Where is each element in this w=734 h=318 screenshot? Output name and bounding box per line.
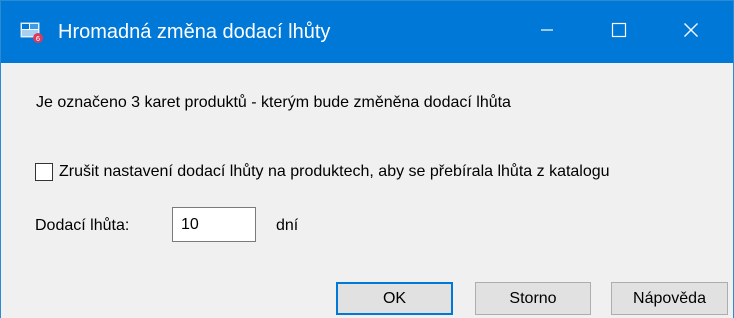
close-icon xyxy=(683,22,699,43)
info-text: Je označeno 3 karet produktů - kterým bu… xyxy=(36,94,511,111)
lead-time-label: Dodací lhůta: xyxy=(35,217,130,234)
title-bar[interactable]: 6 Hromadná změna dodací lhůty xyxy=(1,1,733,63)
help-button[interactable]: Nápověda xyxy=(611,282,728,315)
app-logo-icon: 6 xyxy=(20,22,44,44)
reset-lead-time-label[interactable]: Zrušit nastavení dodací lhůty na produkt… xyxy=(59,163,610,181)
dialog-content: Je označeno 3 karet produktů - kterým bu… xyxy=(1,63,733,318)
minimize-button[interactable] xyxy=(512,1,582,63)
reset-lead-time-option[interactable]: Zrušit nastavení dodací lhůty na produkt… xyxy=(35,163,610,181)
lead-time-input[interactable]: 10 xyxy=(172,207,256,242)
close-button[interactable] xyxy=(656,1,726,63)
minimize-icon xyxy=(540,23,554,42)
lead-time-unit: dní xyxy=(276,217,299,234)
maximize-icon xyxy=(611,22,627,43)
svg-text:6: 6 xyxy=(36,35,41,43)
window-title: Hromadná změna dodací lhůty xyxy=(58,21,331,43)
reset-lead-time-checkbox[interactable] xyxy=(35,163,53,181)
cancel-button[interactable]: Storno xyxy=(475,282,591,315)
maximize-button[interactable] xyxy=(584,1,654,63)
dialog-window: 6 Hromadná změna dodací lhůty Je označen… xyxy=(0,0,734,318)
ok-button[interactable]: OK xyxy=(336,282,453,315)
